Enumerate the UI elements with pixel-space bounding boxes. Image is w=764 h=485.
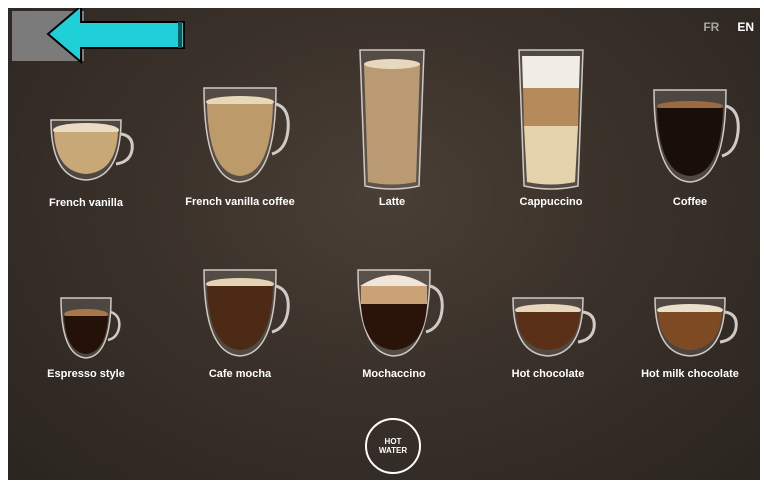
small-cup-icon [60, 297, 121, 359]
drink-espresso-style[interactable]: Espresso style [16, 292, 156, 380]
drink-label: Hot milk chocolate [641, 368, 739, 380]
drink-label: Cafe mocha [208, 368, 272, 380]
cup-icon [512, 297, 596, 357]
drink-label: French vanilla [49, 197, 123, 209]
language-fr[interactable]: FR [703, 20, 719, 34]
drink-french-vanilla[interactable]: French vanilla [16, 108, 156, 209]
drink-cappuccino[interactable]: Cappuccino [481, 46, 621, 208]
drink-coffee[interactable]: Coffee [620, 82, 760, 208]
drink-mochaccino[interactable]: Mochaccino [324, 264, 464, 380]
hot-water-line1: HOT [384, 437, 402, 446]
drink-label: Cappuccino [519, 196, 583, 208]
drink-label: Mochaccino [362, 368, 426, 380]
drink-selection-screen: FR EN French vanilla French vanilla coff… [8, 8, 760, 480]
mug-icon [653, 89, 740, 183]
drink-latte[interactable]: Latte [322, 46, 462, 208]
drink-label: French vanilla coffee [185, 196, 295, 208]
drink-label: Espresso style [47, 368, 125, 380]
drink-label: Hot chocolate [511, 368, 585, 380]
mug-icon [357, 269, 444, 357]
drink-french-vanilla-coffee[interactable]: French vanilla coffee [170, 80, 310, 208]
language-en[interactable]: EN [737, 20, 754, 34]
drink-cafe-mocha[interactable]: Cafe mocha [170, 264, 310, 380]
drink-hot-chocolate[interactable]: Hot chocolate [478, 292, 618, 380]
left-arrow-icon[interactable] [46, 8, 196, 64]
drink-label: Coffee [672, 196, 708, 208]
mug-icon [203, 269, 290, 357]
hot-water-button[interactable]: HOT WATER [365, 418, 421, 474]
drink-label: Latte [378, 196, 406, 208]
cup-icon [654, 297, 738, 357]
tall-glass-icon [359, 49, 425, 190]
tall-glass-icon [518, 49, 584, 190]
mug-icon [203, 87, 290, 183]
drink-hot-milk-chocolate[interactable]: Hot milk chocolate [620, 292, 760, 380]
hot-water-line2: WATER [378, 446, 408, 455]
cup-icon [50, 119, 134, 181]
language-switcher: FR EN [703, 20, 754, 34]
